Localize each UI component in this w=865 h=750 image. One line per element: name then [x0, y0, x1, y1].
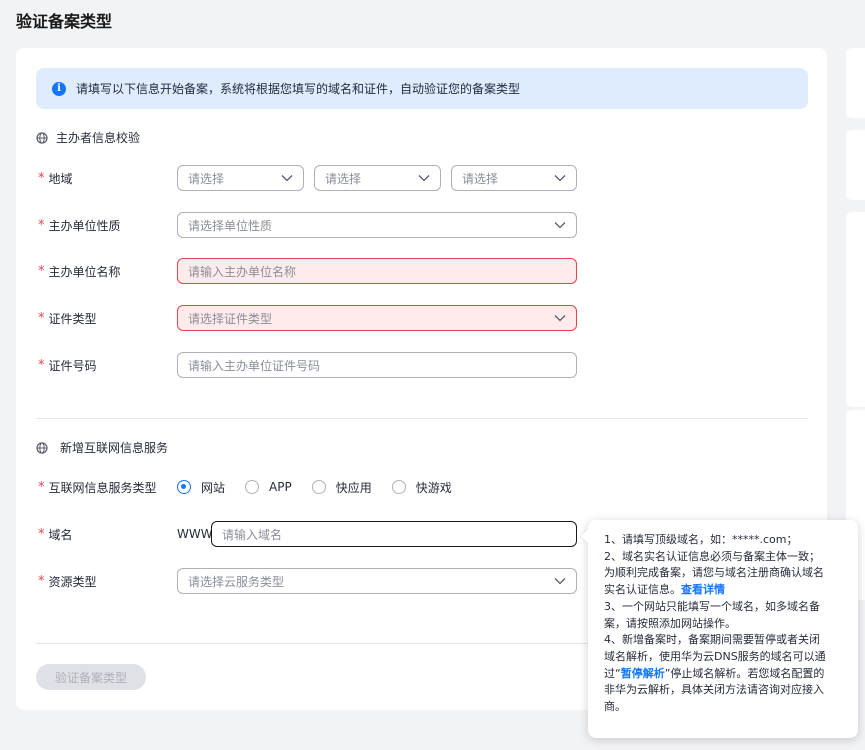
- label-text: 证件号码: [48, 358, 97, 373]
- required-mark: *: [38, 357, 45, 373]
- side-panel-card-2: [846, 130, 865, 200]
- select-resource-type[interactable]: 请选择云服务类型: [177, 568, 577, 594]
- section-divider: [36, 418, 808, 419]
- select-cert-type[interactable]: 请选择证件类型: [177, 305, 577, 331]
- select-city-placeholder: 请选择: [325, 171, 362, 186]
- input-domain[interactable]: 请输入域名: [211, 521, 577, 547]
- label-org-type: * 主办单位性质: [38, 212, 121, 238]
- radio-label: 网站: [201, 480, 226, 495]
- select-district-placeholder: 请选择: [462, 171, 499, 186]
- radio-website[interactable]: 网站: [177, 479, 225, 496]
- input-cert-no[interactable]: 请输入主办单位证件号码: [177, 352, 577, 378]
- tooltip-line: 1、请填写顶级域名，如：*****.com；: [604, 533, 798, 546]
- required-mark: *: [38, 573, 45, 589]
- view-details-link[interactable]: 查看详情: [681, 583, 725, 596]
- chevron-down-icon: [554, 222, 566, 229]
- chevron-down-icon: [554, 175, 566, 182]
- label-org-name: * 主办单位名称: [38, 258, 121, 284]
- verify-filing-type-button[interactable]: 验证备案类型: [36, 664, 146, 690]
- input-cert-no-placeholder: 请输入主办单位证件号码: [188, 358, 321, 373]
- domain-help-tooltip: 1、请填写顶级域名，如：*****.com； 2、域名实名认证信息必须与备案主体…: [588, 520, 858, 738]
- radio-quick-app[interactable]: 快应用: [311, 479, 372, 496]
- pause-resolution-link[interactable]: 暂停解析: [621, 667, 665, 680]
- info-banner-text: 请填写以下信息开始备案，系统将根据您填写的域名和证件，自动验证您的备案类型: [76, 82, 521, 96]
- radio-group-service-type: 网站 APP 快应用 快游戏: [177, 474, 472, 500]
- select-org-type[interactable]: 请选择单位性质: [177, 212, 577, 238]
- select-city[interactable]: 请选择: [314, 165, 441, 191]
- globe-icon: [36, 131, 48, 144]
- radio-button[interactable]: [391, 480, 406, 494]
- radio-app[interactable]: APP: [245, 480, 292, 494]
- tooltip-line: 域名解析，使用华为云DNS服务的域名可以通: [604, 649, 826, 663]
- radio-button[interactable]: [245, 480, 260, 494]
- radio-label: APP: [269, 480, 292, 494]
- required-mark: *: [38, 310, 45, 326]
- label-resource-type: * 资源类型: [38, 568, 97, 594]
- select-resource-type-placeholder: 请选择云服务类型: [188, 574, 285, 589]
- label-region: * 地域: [38, 165, 73, 191]
- info-banner: i 请填写以下信息开始备案，系统将根据您填写的域名和证件，自动验证您的备案类型: [36, 68, 808, 109]
- chevron-down-icon: [554, 315, 566, 322]
- radio-label: 快游戏: [415, 480, 452, 495]
- label-text: 地域: [48, 171, 73, 186]
- info-icon: i: [52, 81, 66, 96]
- tooltip-line: 过“暂停解析”停止域名解析。若您域名配置的: [604, 666, 844, 683]
- section-title-sponsor: 主办者信息校验: [36, 129, 140, 146]
- tooltip-text: ”停止域名解析。若您域名配置的: [664, 666, 825, 680]
- radio-button[interactable]: [311, 480, 326, 494]
- label-text: 主办单位性质: [48, 218, 121, 233]
- label-text: 主办单位名称: [48, 264, 121, 279]
- radio-label: 快应用: [335, 480, 372, 495]
- globe-icon: [36, 441, 48, 454]
- label-text: 资源类型: [48, 574, 97, 589]
- page-title: 验证备案类型: [16, 12, 113, 31]
- select-org-type-placeholder: 请选择单位性质: [188, 218, 273, 233]
- domain-prefix: WWW: [177, 527, 213, 541]
- tooltip-line: 4、新增备案时，备案期间需要暂停或者关闭: [604, 633, 820, 647]
- radio-quick-game[interactable]: 快游戏: [391, 479, 452, 496]
- label-cert-no: * 证件号码: [38, 352, 97, 378]
- chevron-down-icon: [554, 578, 566, 585]
- required-mark: *: [38, 479, 45, 495]
- label-service-type: * 互联网信息服务类型: [38, 474, 157, 500]
- section-title-service: 新增互联网信息服务: [36, 439, 168, 456]
- tooltip-line: 案，请按照添加网站操作。: [604, 616, 736, 630]
- label-text: 互联网信息服务类型: [48, 480, 157, 495]
- input-org-name-placeholder: 请输入主办单位名称: [188, 264, 297, 279]
- section-title-text: 新增互联网信息服务: [60, 441, 169, 455]
- label-cert-type: * 证件类型: [38, 305, 97, 331]
- tooltip-line: 商。: [604, 700, 626, 714]
- required-mark: *: [38, 217, 45, 233]
- select-province-placeholder: 请选择: [188, 171, 225, 186]
- radio-button-checked[interactable]: [177, 480, 191, 494]
- tooltip-line: 3、一个网站只能填写一个域名，如多域名备: [604, 599, 820, 613]
- tooltip-line: 非华为云解析，具体关闭方法请咨询对应接入: [604, 683, 824, 697]
- chevron-down-icon: [281, 175, 293, 182]
- select-province[interactable]: 请选择: [177, 165, 304, 191]
- required-mark: *: [38, 526, 45, 542]
- label-text: 证件类型: [48, 311, 97, 326]
- tooltip-text: 实名认证信息。: [604, 583, 681, 597]
- label-text: 域名: [48, 527, 73, 542]
- tooltip-line: 2、域名实名认证信息必须与备案主体一致；: [604, 549, 820, 563]
- tooltip-line: 实名认证信息。查看详情: [604, 582, 844, 599]
- side-panel-card-1: [846, 48, 865, 118]
- select-cert-type-placeholder: 请选择证件类型: [188, 311, 273, 326]
- select-district[interactable]: 请选择: [451, 165, 577, 191]
- input-domain-placeholder: 请输入域名: [222, 527, 283, 542]
- chevron-down-icon: [418, 175, 430, 182]
- section-title-text: 主办者信息校验: [56, 131, 141, 145]
- input-org-name[interactable]: 请输入主办单位名称: [177, 258, 577, 284]
- required-mark: *: [38, 170, 45, 186]
- side-panel-card-3: [846, 212, 865, 407]
- tooltip-text: 过“: [604, 666, 621, 680]
- label-domain: * 域名: [38, 521, 73, 547]
- required-mark: *: [38, 263, 45, 279]
- tooltip-line: 为顺利完成备案，请您与域名注册商确认域名: [604, 566, 824, 580]
